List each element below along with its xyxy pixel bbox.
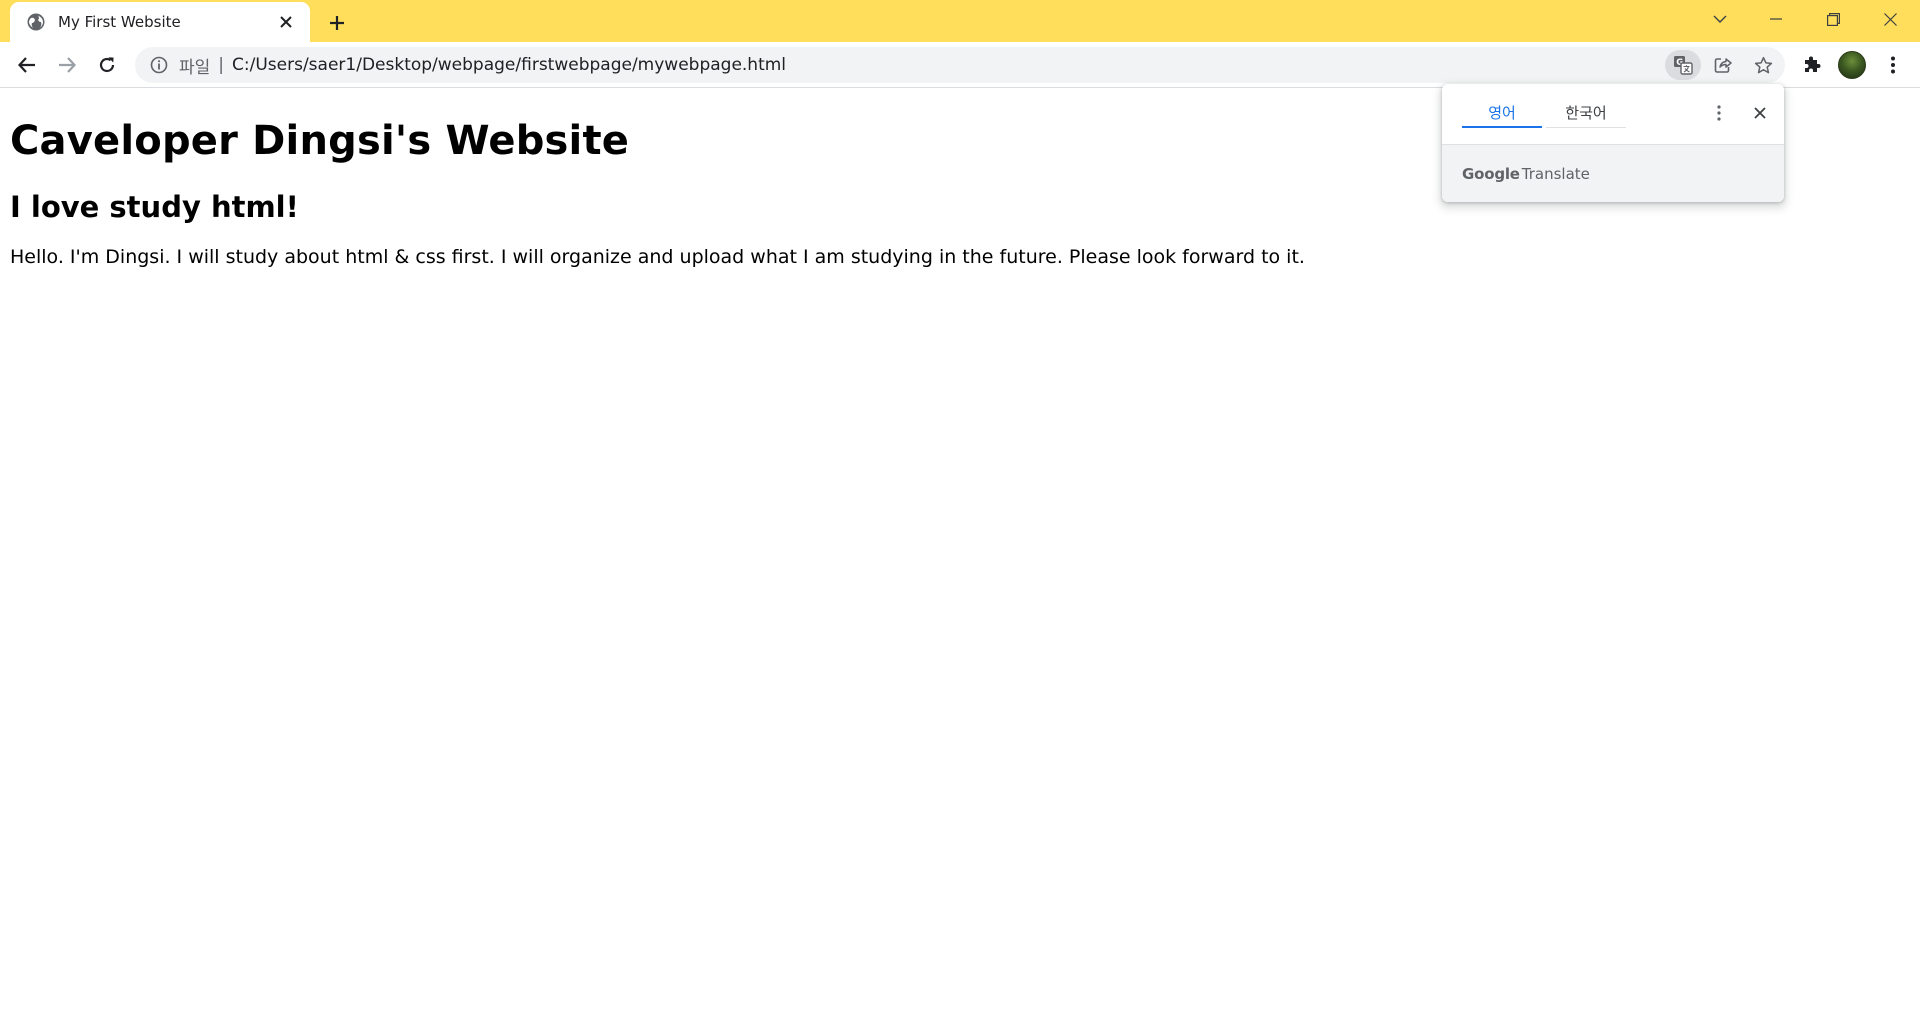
restore-button[interactable] xyxy=(1805,0,1861,38)
close-icon xyxy=(1883,12,1897,26)
more-vert-icon xyxy=(1891,56,1895,74)
translate-popup: 영어 한국어 Google Translate xyxy=(1442,84,1784,202)
tab-target-language[interactable]: 한국어 xyxy=(1546,98,1626,128)
browser-toolbar: 파일 | C:/Users/saer1/Desktop/webpage/firs… xyxy=(0,42,1920,88)
profile-avatar[interactable] xyxy=(1838,51,1866,79)
info-icon[interactable] xyxy=(149,55,169,75)
close-window-button[interactable] xyxy=(1862,0,1918,38)
page-paragraph: Hello. I'm Dingsi. I will study about ht… xyxy=(10,246,1305,268)
translate-options-button[interactable] xyxy=(1705,99,1733,127)
arrow-left-icon xyxy=(18,57,35,73)
puzzle-icon xyxy=(1805,56,1821,72)
minimize-icon xyxy=(1770,18,1782,20)
tab-title: My First Website xyxy=(58,13,181,31)
bookmark-button[interactable] xyxy=(1745,50,1781,80)
url-separator: | xyxy=(218,55,225,75)
browser-menu-button[interactable] xyxy=(1877,49,1909,81)
browser-tab[interactable]: My First Website xyxy=(10,2,310,42)
star-icon xyxy=(1754,56,1772,73)
share-button[interactable] xyxy=(1705,50,1741,80)
plus-icon xyxy=(330,16,344,30)
minimize-button[interactable] xyxy=(1748,0,1804,38)
chevron-down-icon xyxy=(1713,15,1727,23)
globe-icon xyxy=(27,13,45,31)
restore-icon xyxy=(1826,12,1840,26)
share-icon xyxy=(1714,58,1732,73)
translate-close-button[interactable] xyxy=(1746,99,1774,127)
forward-button[interactable] xyxy=(51,49,83,81)
back-button[interactable] xyxy=(11,49,43,81)
tab-source-language[interactable]: 영어 xyxy=(1462,98,1542,128)
tab-search-button[interactable] xyxy=(1692,0,1748,38)
tab-close-button[interactable] xyxy=(274,10,298,34)
google-logo-text: Google xyxy=(1462,164,1520,183)
url-text[interactable]: C:/Users/saer1/Desktop/webpage/firstwebp… xyxy=(232,55,1665,75)
address-bar[interactable]: 파일 | C:/Users/saer1/Desktop/webpage/firs… xyxy=(135,47,1785,83)
tab-strip: My First Website xyxy=(0,0,1920,42)
page-content: Caveloper Dingsi's Website I love study … xyxy=(10,90,1430,270)
translate-icon: G xyxy=(1674,56,1693,75)
translate-label: Translate xyxy=(1521,164,1590,183)
reload-button[interactable] xyxy=(91,49,123,81)
close-icon xyxy=(280,16,292,28)
close-icon xyxy=(1754,107,1766,119)
more-vert-icon xyxy=(1717,105,1721,121)
arrow-right-icon xyxy=(59,57,76,73)
translate-button[interactable]: G xyxy=(1665,50,1701,80)
reload-icon xyxy=(99,57,115,73)
language-tabs: 영어 한국어 xyxy=(1442,84,1784,144)
page-heading: Caveloper Dingsi's Website xyxy=(10,118,630,164)
url-scheme-label: 파일 xyxy=(179,57,211,78)
page-subheading: I love study html! xyxy=(10,190,299,224)
new-tab-button[interactable] xyxy=(322,8,352,38)
translate-footer: Google Translate xyxy=(1442,144,1784,202)
extensions-button[interactable] xyxy=(1796,49,1828,81)
